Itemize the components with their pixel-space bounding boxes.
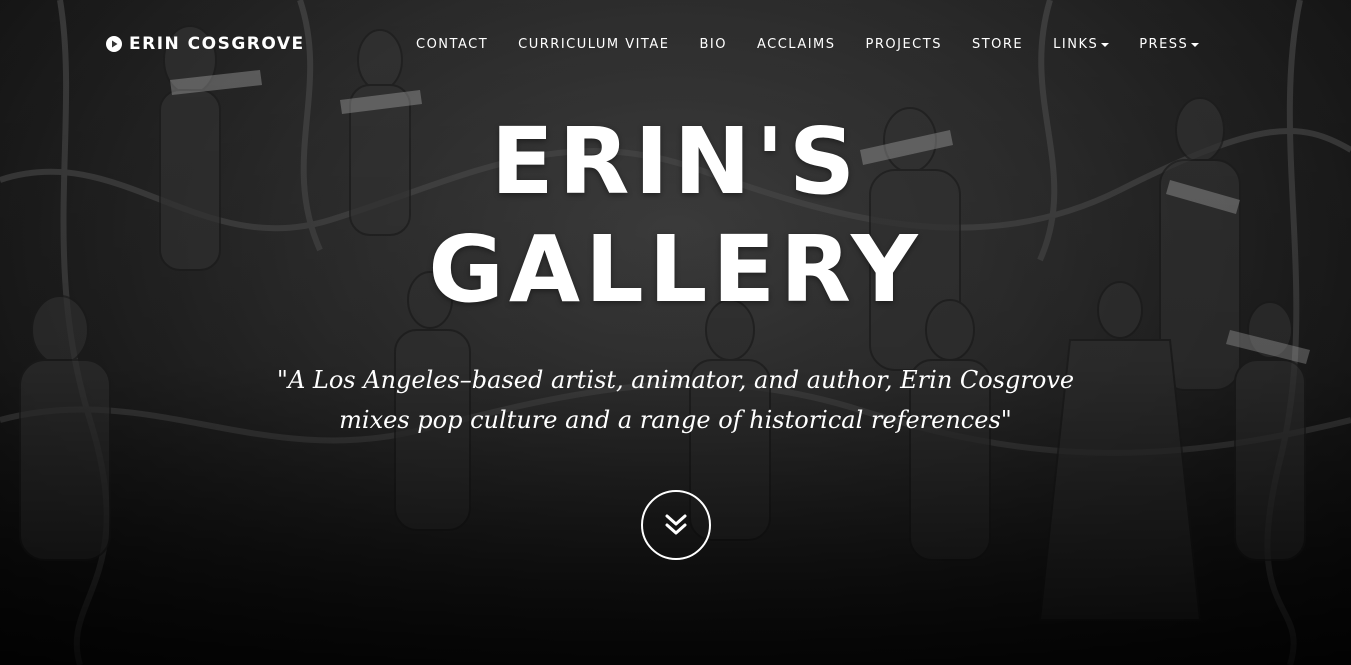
title-line-2: GALLERY (428, 216, 923, 323)
scroll-down-button[interactable] (641, 490, 711, 560)
double-chevron-down-icon (665, 514, 687, 535)
nav-press-dropdown[interactable]: PRESS (1139, 37, 1200, 52)
nav-label: CONTACT (416, 37, 489, 52)
nav-links-dropdown[interactable]: LINKS (1053, 37, 1110, 52)
nav-menu: CONTACT CURRICULUM VITAE BIO ACCLAIMS PR… (416, 37, 1200, 52)
top-navbar: ERIN COSGROVE CONTACT CURRICULUM VITAE B… (0, 0, 1351, 90)
caret-down-icon (1101, 42, 1110, 47)
nav-label: LINKS (1053, 37, 1099, 52)
nav-label: PROJECTS (865, 37, 942, 52)
nav-label: CURRICULUM VITAE (518, 37, 670, 52)
title-line-1: ERIN'S (490, 108, 861, 215)
brand-name: ERIN COSGROVE (129, 34, 305, 54)
nav-projects[interactable]: PROJECTS (866, 37, 942, 52)
dark-overlay (0, 0, 1351, 665)
intro-quote: "A Los Angeles–based artist, animator, a… (250, 360, 1101, 440)
nav-store[interactable]: STORE (972, 37, 1023, 52)
quote-line-1: "A Los Angeles–based artist, animator, a… (276, 366, 1075, 394)
caret-down-icon (1191, 42, 1200, 47)
play-circle-icon (106, 36, 122, 52)
nav-contact[interactable]: CONTACT (416, 37, 488, 52)
nav-label: ACCLAIMS (756, 37, 836, 52)
brand-link[interactable]: ERIN COSGROVE (106, 34, 305, 54)
hero-section: ERIN COSGROVE CONTACT CURRICULUM VITAE B… (0, 0, 1351, 665)
nav-curriculum-vitae[interactable]: CURRICULUM VITAE (518, 37, 669, 52)
nav-label: PRESS (1139, 37, 1189, 52)
quote-line-2: mixes pop culture and a range of histori… (339, 406, 1012, 434)
page-title: ERIN'S GALLERY (0, 108, 1351, 324)
nav-acclaims[interactable]: ACCLAIMS (757, 37, 836, 52)
nav-bio[interactable]: BIO (699, 37, 727, 52)
nav-label: STORE (971, 37, 1024, 52)
nav-label: BIO (699, 37, 727, 52)
